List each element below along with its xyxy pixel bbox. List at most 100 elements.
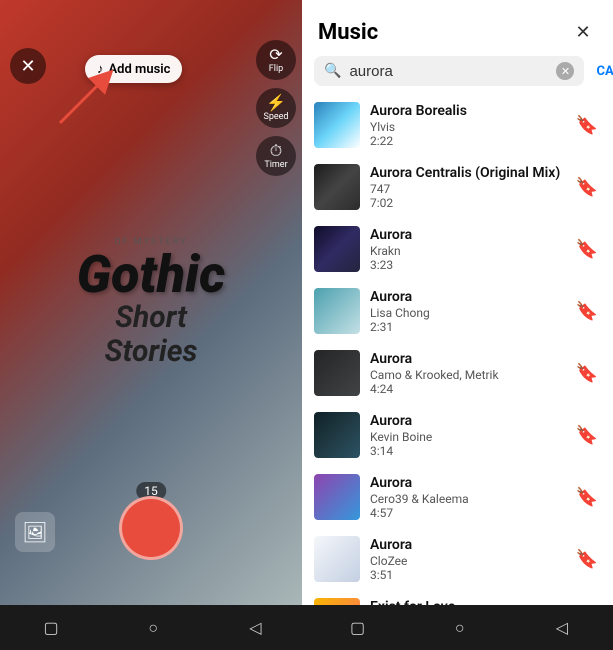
song-title: Aurora	[370, 537, 563, 553]
add-music-label: Add music	[109, 62, 171, 77]
song-artist: 747	[370, 182, 563, 196]
close-button[interactable]: ✕	[10, 48, 46, 84]
song-item[interactable]: Aurora Camo & Krooked, Metrik 4:24 🔖	[302, 342, 613, 404]
speed-button[interactable]: ⚡ Speed	[256, 88, 296, 128]
search-row: 🔍 ✕ CANCEL	[302, 56, 613, 94]
music-panel: Music ✕ 🔍 ✕ CANCEL Aurora Borealis Ylvis…	[302, 0, 613, 650]
bookmark-button[interactable]: 🔖	[573, 483, 601, 511]
bookmark-icon: 🔖	[576, 487, 598, 508]
song-thumbnail	[314, 474, 360, 520]
search-input[interactable]	[349, 63, 548, 80]
camera-panel: OF MYSTERY Gothic Short Stories ✕ ♪ Add …	[0, 0, 302, 605]
search-icon: 🔍	[324, 63, 341, 79]
flip-button[interactable]: ⟳ Flip	[256, 40, 296, 80]
timer-label: Timer	[264, 160, 287, 170]
song-duration: 4:24	[370, 382, 563, 396]
song-artist: Ylvis	[370, 120, 563, 134]
song-item[interactable]: Aurora Lisa Chong 2:31 🔖	[302, 280, 613, 342]
song-thumbnail	[314, 102, 360, 148]
song-info: Aurora Borealis Ylvis 2:22	[370, 103, 563, 148]
bookmark-icon: 🔖	[576, 425, 598, 446]
song-thumbnail	[314, 350, 360, 396]
bookmark-icon: 🔖	[576, 549, 598, 570]
music-panel-title: Music	[318, 20, 378, 45]
song-duration: 4:57	[370, 506, 563, 520]
close-icon: ✕	[20, 56, 35, 77]
bookmark-icon: 🔖	[576, 177, 598, 198]
flip-icon: ⟳	[269, 47, 282, 63]
nav-circle-left[interactable]: ○	[138, 613, 168, 643]
bookmark-icon: 🔖	[576, 363, 598, 384]
song-info: Aurora Lisa Chong 2:31	[370, 289, 563, 334]
nav-back-right[interactable]: ◁	[547, 613, 577, 643]
song-info: Aurora Centralis (Original Mix) 747 7:02	[370, 165, 563, 210]
music-header: Music ✕	[302, 0, 613, 56]
song-title: Aurora Centralis (Original Mix)	[370, 165, 563, 181]
search-clear-button[interactable]: ✕	[556, 62, 574, 80]
record-button[interactable]	[119, 496, 183, 560]
song-item[interactable]: Aurora Cero39 & Kaleema 4:57 🔖	[302, 466, 613, 528]
search-bar: 🔍 ✕	[314, 56, 584, 86]
book-gothic-text: Gothic	[77, 249, 226, 301]
song-duration: 7:02	[370, 196, 563, 210]
music-close-icon: ✕	[575, 22, 590, 43]
song-artist: Kevin Boine	[370, 430, 563, 444]
add-music-button[interactable]: ♪ Add music	[85, 55, 182, 83]
bookmark-button[interactable]: 🔖	[573, 545, 601, 573]
gallery-button[interactable]: 🖼	[15, 512, 55, 552]
song-item[interactable]: Aurora Kevin Boine 3:14 🔖	[302, 404, 613, 466]
bookmark-icon: 🔖	[576, 115, 598, 136]
nav-square-left[interactable]: ▢	[36, 613, 66, 643]
book-stories-text: Stories	[77, 334, 226, 369]
song-info: Aurora Camo & Krooked, Metrik 4:24	[370, 351, 563, 396]
song-duration: 3:14	[370, 444, 563, 458]
song-artist: Camo & Krooked, Metrik	[370, 368, 563, 382]
song-info: Aurora Cero39 & Kaleema 4:57	[370, 475, 563, 520]
timer-button[interactable]: ⏱ Timer	[256, 136, 296, 176]
bookmark-icon: 🔖	[576, 239, 598, 260]
clear-icon: ✕	[561, 65, 570, 78]
bookmark-button[interactable]: 🔖	[573, 359, 601, 387]
song-duration: 2:22	[370, 134, 563, 148]
song-list: Aurora Borealis Ylvis 2:22 🔖 Aurora Cent…	[302, 94, 613, 650]
song-item[interactable]: Aurora Krakn 3:23 🔖	[302, 218, 613, 280]
song-item[interactable]: Aurora CloZee 3:51 🔖	[302, 528, 613, 590]
song-title: Aurora	[370, 227, 563, 243]
song-item[interactable]: Aurora Borealis Ylvis 2:22 🔖	[302, 94, 613, 156]
song-info: Aurora Kevin Boine 3:14	[370, 413, 563, 458]
bookmark-button[interactable]: 🔖	[573, 421, 601, 449]
bookmark-button[interactable]: 🔖	[573, 111, 601, 139]
bookmark-button[interactable]: 🔖	[573, 235, 601, 263]
song-title: Aurora	[370, 413, 563, 429]
nav-circle-right[interactable]: ○	[445, 613, 475, 643]
song-title: Aurora	[370, 475, 563, 491]
gallery-icon: 🖼	[22, 520, 47, 544]
song-item[interactable]: Aurora Centralis (Original Mix) 747 7:02…	[302, 156, 613, 218]
song-artist: Krakn	[370, 244, 563, 258]
music-note-icon: ♪	[97, 61, 104, 77]
song-thumbnail	[314, 288, 360, 334]
camera-background: OF MYSTERY Gothic Short Stories ✕ ♪ Add …	[0, 0, 302, 605]
flip-label: Flip	[269, 64, 283, 74]
speed-icon: ⚡	[266, 95, 286, 111]
nav-square-right[interactable]: ▢	[343, 613, 373, 643]
song-duration: 2:31	[370, 320, 563, 334]
bookmark-icon: 🔖	[576, 301, 598, 322]
song-artist: CloZee	[370, 554, 563, 568]
bookmark-button[interactable]: 🔖	[573, 297, 601, 325]
nav-back-left[interactable]: ◁	[240, 613, 270, 643]
speed-label: Speed	[263, 112, 288, 122]
bookmark-button[interactable]: 🔖	[573, 173, 601, 201]
song-info: Aurora CloZee 3:51	[370, 537, 563, 582]
music-close-button[interactable]: ✕	[569, 18, 597, 46]
song-info: Aurora Krakn 3:23	[370, 227, 563, 272]
book-short-text: Short	[77, 301, 226, 334]
song-thumbnail	[314, 536, 360, 582]
camera-tools: ⟳ Flip ⚡ Speed ⏱ Timer	[250, 40, 302, 176]
cancel-button[interactable]: CANCEL	[596, 64, 613, 79]
song-thumbnail	[314, 412, 360, 458]
song-artist: Cero39 & Kaleema	[370, 492, 563, 506]
song-artist: Lisa Chong	[370, 306, 563, 320]
song-duration: 3:23	[370, 258, 563, 272]
song-thumbnail	[314, 226, 360, 272]
